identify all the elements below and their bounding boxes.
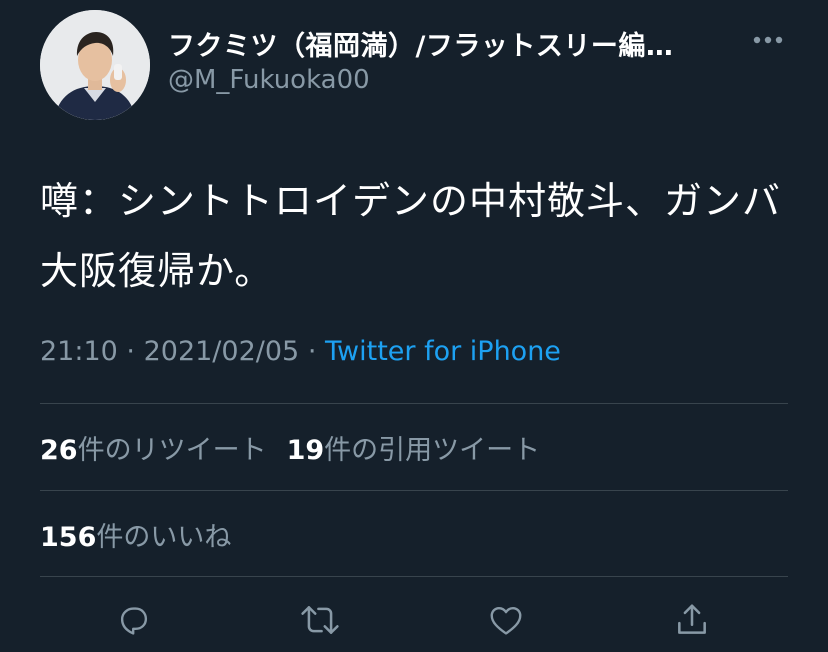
reply-icon	[120, 607, 148, 635]
retweet-stats-row: 26件のリツイート 19件の引用ツイート	[40, 428, 540, 467]
tweet-time: 21:10	[40, 336, 118, 367]
quotes-label: 件の引用ツイート	[324, 435, 541, 466]
tweet-text: 噂：シントトロイデンの中村敬斗、ガンバ大阪復帰か。	[40, 179, 782, 293]
likes-stats-row: 156件のいいね	[40, 515, 231, 554]
share-button[interactable]	[670, 598, 714, 642]
more-options-button[interactable]	[748, 28, 788, 52]
likes-stat[interactable]: 156件のいいね	[40, 522, 231, 553]
retweets-label: 件のリツイート	[77, 435, 267, 466]
share-icon	[678, 604, 706, 634]
tweet-date[interactable]: 2021/02/05	[144, 336, 300, 367]
avatar[interactable]	[40, 10, 150, 120]
reply-button[interactable]	[112, 598, 156, 642]
quotes-stat[interactable]: 19件の引用ツイート	[287, 435, 541, 466]
divider	[40, 576, 788, 577]
retweet-icon	[301, 606, 339, 634]
likes-label: 件のいいね	[96, 522, 232, 553]
display-name[interactable]: フクミツ（福岡満）/フラットスリー編…	[168, 24, 673, 63]
like-button[interactable]	[484, 598, 528, 642]
meta-separator: ·	[126, 336, 135, 367]
more-icon	[753, 36, 783, 44]
divider	[40, 490, 788, 491]
likes-count: 156	[40, 522, 97, 553]
retweets-stat[interactable]: 26件のリツイート	[40, 435, 267, 466]
divider	[40, 403, 788, 404]
user-handle[interactable]: @M_Fukuoka00	[168, 65, 370, 95]
quotes-count: 19	[286, 435, 325, 466]
tweet-source-link[interactable]: Twitter for iPhone	[325, 336, 561, 367]
tweet-meta: 21:10 · 2021/02/05 · Twitter for iPhone	[40, 336, 561, 367]
retweet-button[interactable]	[298, 598, 342, 642]
heart-icon	[490, 606, 522, 635]
tweet-action-bar	[0, 598, 828, 648]
retweets-count: 26	[40, 435, 78, 466]
avatar-photo	[40, 10, 150, 120]
meta-separator: ·	[307, 336, 317, 367]
